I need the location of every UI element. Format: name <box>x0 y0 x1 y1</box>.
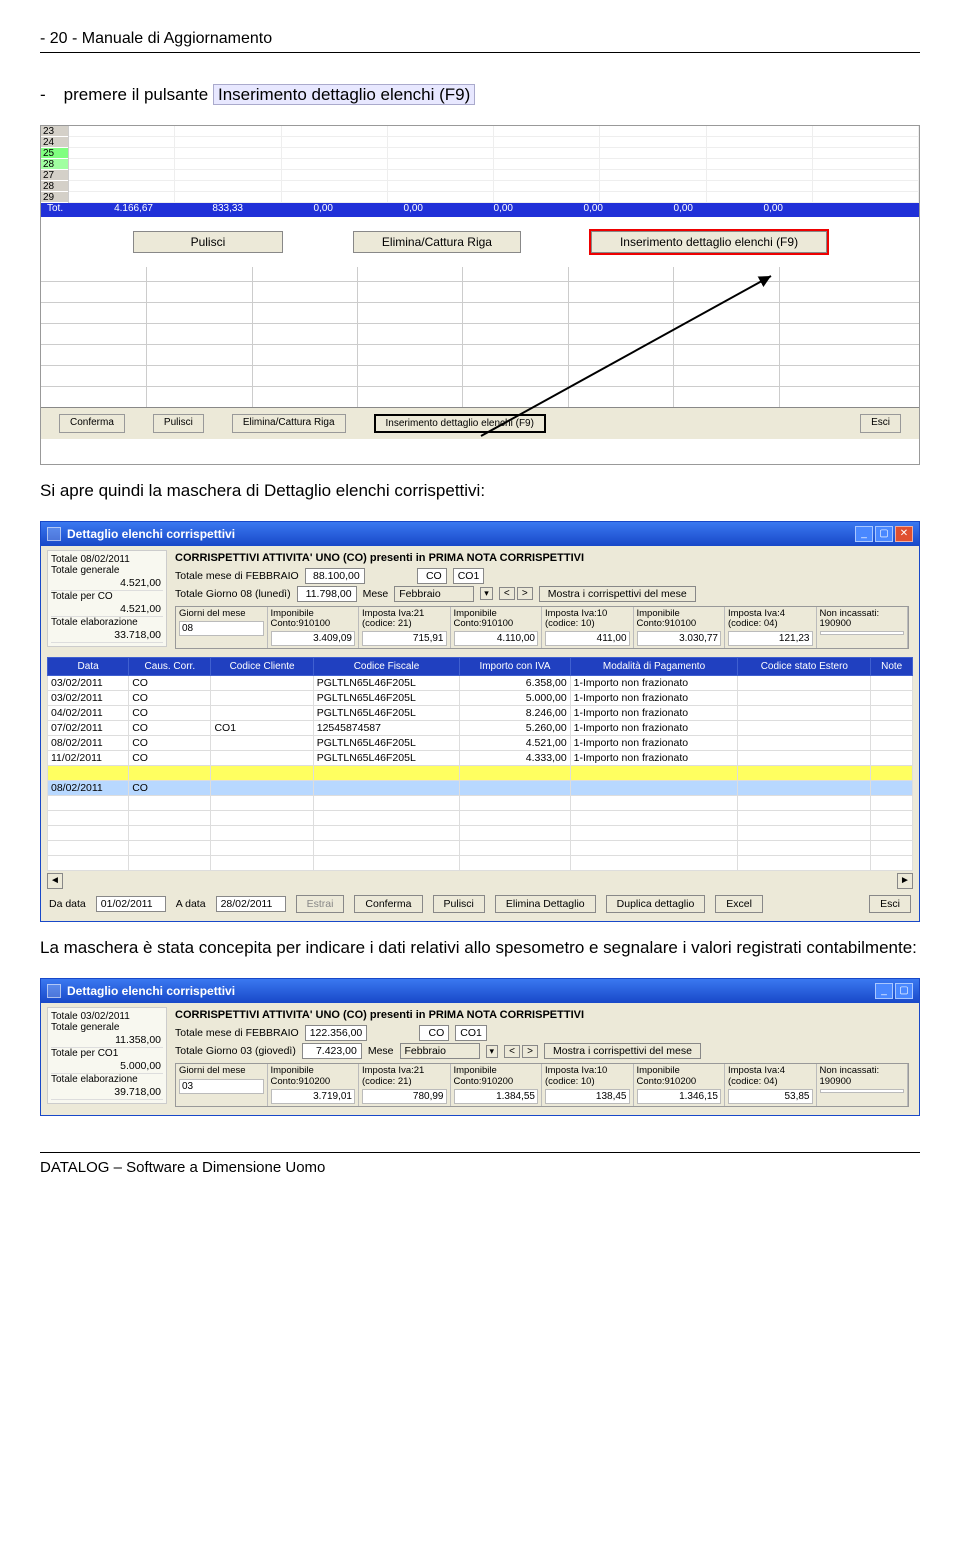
corrispettivi-heading: CORRISPETTIVI ATTIVITA' UNO (CO) present… <box>175 552 909 564</box>
prev-month-icon[interactable]: < <box>504 1045 520 1058</box>
pulisci-button-3[interactable]: Pulisci <box>433 895 485 913</box>
table-row[interactable] <box>48 826 913 841</box>
totale-mese-field-2: 122.356,00 <box>305 1025 368 1041</box>
next-month-icon[interactable]: > <box>522 1045 538 1058</box>
maximize-icon[interactable]: ▢ <box>875 526 893 542</box>
duplica-dettaglio-button[interactable]: Duplica dettaglio <box>606 895 706 913</box>
elimina-button-2[interactable]: Elimina/Cattura Riga <box>232 414 346 433</box>
table-row[interactable]: 04/02/2011COPGLTLN65L46F205L8.246,001-Im… <box>48 706 913 721</box>
stats-strip: Giorni del mese08 Imponibile Conto:91010… <box>175 606 909 650</box>
minimize-icon[interactable]: _ <box>855 526 873 542</box>
esci-button-2[interactable]: Esci <box>869 895 911 913</box>
table-row[interactable]: 07/02/2011COCO1125458745875.260,001-Impo… <box>48 721 913 736</box>
after-text: La maschera è stata concepita per indica… <box>40 936 920 960</box>
table-row[interactable] <box>48 841 913 856</box>
pulisci-button-2[interactable]: Pulisci <box>153 414 204 433</box>
window-icon <box>47 984 61 998</box>
mid-text: Si apre quindi la maschera di Dettaglio … <box>40 479 920 503</box>
co-field-b[interactable]: CO1 <box>453 568 485 584</box>
page-footer: DATALOG – Software a Dimensione Uomo <box>40 1152 920 1176</box>
mostra-corrispettivi-button-2[interactable]: Mostra i corrispettivi del mese <box>544 1043 701 1059</box>
left-totals: Totale 08/02/2011 Totale generale 4.521,… <box>47 550 167 647</box>
co-field-b-2[interactable]: CO1 <box>455 1025 487 1041</box>
window-title: Dettaglio elenchi corrispettivi <box>67 527 855 541</box>
co-field-a[interactable]: CO <box>417 568 447 584</box>
left-totals-2: Totale 03/02/2011 Totale generale 11.358… <box>47 1007 167 1104</box>
bullet: - <box>40 83 46 107</box>
maximize-icon[interactable]: ▢ <box>895 983 913 999</box>
intro-text: premere il pulsante <box>64 85 209 104</box>
inserimento-dettaglio-button[interactable]: Inserimento dettaglio elenchi (F9) <box>591 231 827 253</box>
table-row[interactable]: 08/02/2011COPGLTLN65L46F205L4.521,001-Im… <box>48 736 913 751</box>
pulisci-button[interactable]: Pulisci <box>133 231 283 253</box>
page-header: - 20 - Manuale di Aggiornamento <box>40 30 920 53</box>
co-field-a-2[interactable]: CO <box>419 1025 449 1041</box>
table-row[interactable] <box>48 766 913 781</box>
prev-month-icon[interactable]: < <box>499 587 515 600</box>
hscroll[interactable]: ◄ ► <box>47 873 913 889</box>
chevron-down-icon[interactable]: ▾ <box>480 587 493 600</box>
dettaglio-table[interactable]: DataCaus. Corr.Codice Cliente Codice Fis… <box>47 657 913 871</box>
totale-giorno-field: 11.798,00 <box>297 586 357 602</box>
scroll-left-icon: ◄ <box>47 873 63 889</box>
intro-line: - premere il pulsante Inserimento dettag… <box>40 83 920 107</box>
table-row[interactable]: 11/02/2011COPGLTLN65L46F205L4.333,001-Im… <box>48 751 913 766</box>
dettaglio-window-1: Dettaglio elenchi corrispettivi _ ▢ ✕ To… <box>40 521 920 923</box>
conferma-button-2[interactable]: Conferma <box>354 895 422 913</box>
row-numbers: 23 24 25 28 27 28 29 <box>41 126 69 203</box>
chevron-down-icon[interactable]: ▾ <box>486 1045 499 1058</box>
dettaglio-window-2: Dettaglio elenchi corrispettivi _ ▢ Tota… <box>40 978 920 1116</box>
next-month-icon[interactable]: > <box>517 587 533 600</box>
screenshot-toolbar-grid: 23 24 25 28 27 28 29 Tot. 4.166,67 833,3 <box>40 125 920 465</box>
table-row-selected[interactable]: 08/02/2011CO <box>48 781 913 796</box>
stats-strip-2: Giorni del mese03 Imponibile Conto:91020… <box>175 1063 909 1107</box>
table-row[interactable] <box>48 796 913 811</box>
da-data-field[interactable]: 01/02/2011 <box>96 896 166 912</box>
inserimento-button-2[interactable]: Inserimento dettaglio elenchi (F9) <box>374 414 546 433</box>
mese-field-2[interactable]: Febbraio <box>400 1043 480 1059</box>
a-data-field[interactable]: 28/02/2011 <box>216 896 286 912</box>
minimize-icon[interactable]: _ <box>875 983 893 999</box>
table-row[interactable] <box>48 811 913 826</box>
mostra-corrispettivi-button[interactable]: Mostra i corrispettivi del mese <box>539 586 696 602</box>
corrispettivi-heading-2: CORRISPETTIVI ATTIVITA' UNO (CO) present… <box>175 1009 909 1021</box>
elimina-cattura-button[interactable]: Elimina/Cattura Riga <box>353 231 521 253</box>
scroll-right-icon: ► <box>897 873 913 889</box>
estrai-button[interactable]: Estrai <box>296 895 345 913</box>
totale-giorno-field-2: 7.423,00 <box>302 1043 362 1059</box>
esci-button[interactable]: Esci <box>860 414 901 433</box>
conferma-button[interactable]: Conferma <box>59 414 125 433</box>
table-row[interactable]: 03/02/2011COPGLTLN65L46F205L6.358,001-Im… <box>48 676 913 691</box>
table-row[interactable]: 03/02/2011COPGLTLN65L46F205L5.000,001-Im… <box>48 691 913 706</box>
window-icon <box>47 527 61 541</box>
intro-highlight: Inserimento dettaglio elenchi (F9) <box>213 84 475 105</box>
grid-background <box>41 267 919 407</box>
excel-button[interactable]: Excel <box>715 895 763 913</box>
totale-mese-field: 88.100,00 <box>305 568 365 584</box>
mese-field[interactable]: Febbraio <box>394 586 474 602</box>
window-title-2: Dettaglio elenchi corrispettivi <box>67 984 875 998</box>
table-row[interactable] <box>48 856 913 871</box>
totals-row: Tot. 4.166,67 833,33 0,00 0,00 0,00 0,00… <box>41 203 919 217</box>
elimina-dettaglio-button[interactable]: Elimina Dettaglio <box>495 895 596 913</box>
close-icon[interactable]: ✕ <box>895 526 913 542</box>
